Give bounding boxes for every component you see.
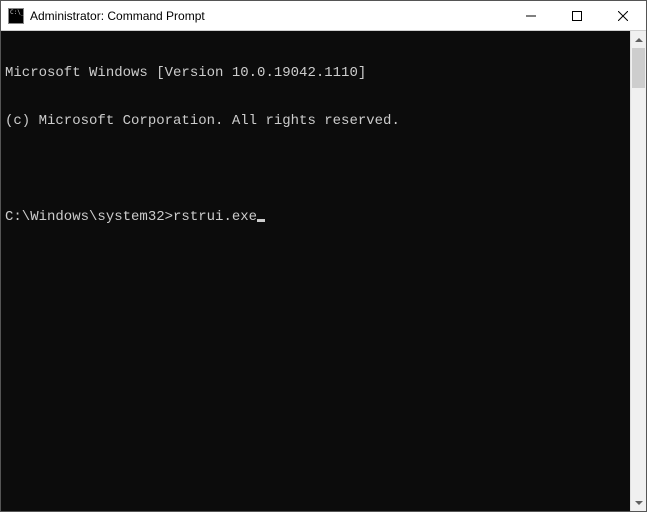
minimize-icon bbox=[526, 11, 536, 21]
vertical-scrollbar[interactable] bbox=[630, 31, 646, 511]
blank-line bbox=[5, 161, 626, 177]
maximize-button[interactable] bbox=[554, 1, 600, 30]
prompt-text: C:\Windows\system32> bbox=[5, 209, 173, 225]
cmd-icon bbox=[8, 8, 24, 24]
copyright-line: (c) Microsoft Corporation. All rights re… bbox=[5, 113, 626, 129]
scroll-thumb[interactable] bbox=[632, 48, 645, 88]
minimize-button[interactable] bbox=[508, 1, 554, 30]
close-icon bbox=[618, 11, 628, 21]
window-controls bbox=[508, 1, 646, 30]
maximize-icon bbox=[572, 11, 582, 21]
prompt-line: C:\Windows\system32>rstrui.exe bbox=[5, 209, 626, 225]
scroll-down-icon bbox=[635, 501, 643, 505]
client-area: Microsoft Windows [Version 10.0.19042.11… bbox=[1, 31, 646, 511]
command-input[interactable]: rstrui.exe bbox=[173, 209, 257, 225]
terminal-output[interactable]: Microsoft Windows [Version 10.0.19042.11… bbox=[1, 31, 630, 511]
text-cursor bbox=[257, 219, 265, 222]
command-prompt-window: Administrator: Command Prompt bbox=[0, 0, 647, 512]
close-button[interactable] bbox=[600, 1, 646, 30]
titlebar[interactable]: Administrator: Command Prompt bbox=[1, 1, 646, 31]
scroll-up-button[interactable] bbox=[631, 31, 646, 48]
window-title: Administrator: Command Prompt bbox=[30, 9, 205, 23]
scroll-down-button[interactable] bbox=[631, 494, 646, 511]
scroll-up-icon bbox=[635, 38, 643, 42]
version-line: Microsoft Windows [Version 10.0.19042.11… bbox=[5, 65, 626, 81]
